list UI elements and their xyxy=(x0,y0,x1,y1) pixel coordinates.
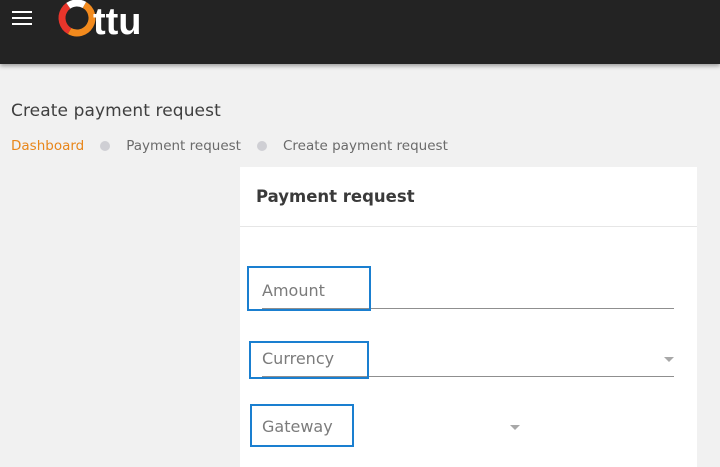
breadcrumb-separator-icon xyxy=(100,141,111,151)
breadcrumb: Dashboard Payment request Create payment… xyxy=(11,138,448,154)
highlight-box-currency xyxy=(249,341,369,379)
ottu-logo[interactable]: ttu xyxy=(56,0,172,40)
breadcrumb-payment-request[interactable]: Payment request xyxy=(126,138,241,154)
highlight-box-gateway xyxy=(250,404,354,447)
highlight-box-amount xyxy=(247,266,371,311)
card-title: Payment request xyxy=(240,167,697,227)
breadcrumb-create-payment-request: Create payment request xyxy=(282,138,448,154)
chevron-down-icon[interactable] xyxy=(664,357,674,362)
breadcrumb-dashboard[interactable]: Dashboard xyxy=(11,138,84,154)
chevron-down-icon[interactable] xyxy=(510,425,520,430)
logo-wordmark: ttu xyxy=(93,1,142,40)
top-app-bar: ttu xyxy=(0,0,720,64)
breadcrumb-separator-icon xyxy=(256,141,267,151)
page-title: Create payment request xyxy=(11,101,221,121)
hamburger-menu-icon[interactable] xyxy=(12,11,34,27)
